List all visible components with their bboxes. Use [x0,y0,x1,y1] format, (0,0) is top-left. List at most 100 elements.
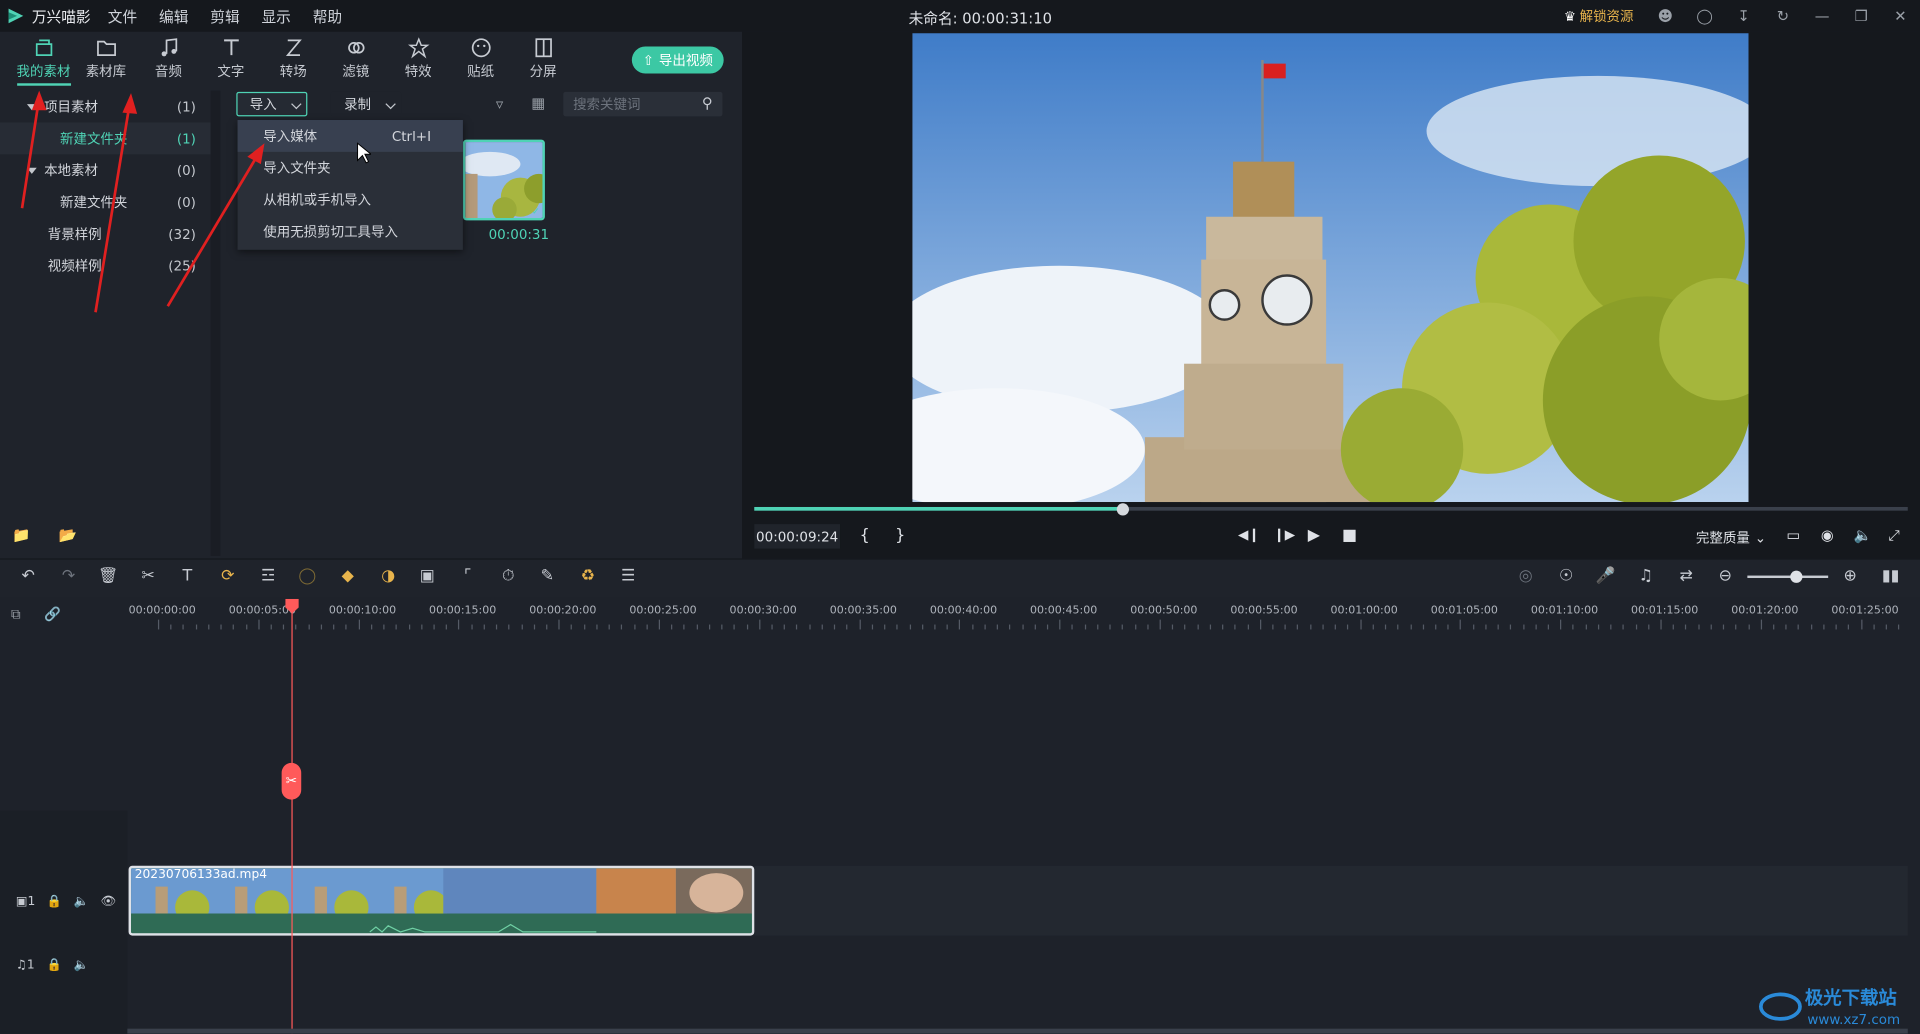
search-input[interactable]: 搜索关键词 ⚲ [563,91,723,117]
tree-item-video-samples[interactable]: 视频样例 (25) [0,250,211,282]
ai-icon[interactable]: ◯ [298,567,318,587]
adjust-sliders-icon[interactable]: ☰ [618,567,638,587]
microphone-icon[interactable]: 🎤 [1596,567,1616,587]
menu-help[interactable]: 帮助 [313,8,342,25]
tab-effects[interactable]: 特效 [387,32,449,81]
menu-file[interactable]: 文件 [108,8,137,25]
undo-icon[interactable]: ↶ [18,567,38,587]
tree-item-label: 项目素材 [44,99,98,116]
menu-edit[interactable]: 编辑 [159,8,188,25]
play-frame-icon[interactable]: ❙▶ [1273,527,1295,543]
tab-filter[interactable]: 滤镜 [324,32,386,81]
menu-clip[interactable]: 剪辑 [210,8,239,25]
tab-transition[interactable]: 转场 [262,32,324,81]
pen-icon[interactable]: ✎ [538,567,558,587]
download-icon[interactable]: ↧ [1724,7,1763,24]
crop-frame-icon[interactable]: ▣ [418,567,438,587]
link-icon[interactable]: 🔗 [44,606,61,622]
mute-icon[interactable]: 🔈 [73,895,88,908]
stop-icon[interactable]: ■ [1342,527,1357,545]
tree-item-new-folder-local[interactable]: 新建文件夹 (0) [0,186,211,218]
mark-in-button[interactable]: { [860,527,870,545]
tab-split-screen[interactable]: 分屏 [512,32,574,81]
menu-item-import-lossless[interactable]: 使用无损剪切工具导入 [238,216,463,248]
playhead-handle[interactable] [285,598,299,614]
trophy-icon[interactable]: ♻ [578,567,598,587]
playhead-line[interactable] [291,602,293,1034]
add-track-icon[interactable]: ⧉ [11,606,21,623]
speed-ramp-icon[interactable]: ⟳ [218,567,238,587]
ruler-label: 00:01:05:00 [1430,604,1498,618]
filter-funnel-icon[interactable]: ▿ [496,96,503,113]
render-icon[interactable]: ◎ [1516,567,1536,587]
mute-icon[interactable]: 🔈 [73,959,88,972]
snapshot-camera-icon[interactable]: ◉ [1821,527,1834,544]
unlock-resources-button[interactable]: ♛ 解锁资源 [1564,6,1634,26]
refresh-icon[interactable]: ↻ [1763,7,1802,24]
tree-item-project-media[interactable]: 项目素材 (1) [0,91,211,123]
media-thumbnail[interactable]: ✓ [462,139,545,221]
tree-item-background-samples[interactable]: 背景样例 (32) [0,218,211,250]
export-video-button[interactable]: ⇧ 导出视频 [631,46,724,74]
mark-out-button[interactable]: } [895,527,905,545]
import-dropdown[interactable]: 导入 [236,91,308,117]
zoom-out-icon[interactable]: ⊖ [1716,567,1736,587]
monitor-icon[interactable]: ▭ [1787,527,1801,544]
tab-media-library[interactable]: 素材库 [75,32,137,81]
search-icon[interactable]: ⚲ [702,94,713,111]
redo-icon[interactable]: ↷ [59,567,79,587]
zoom-slider-handle[interactable] [1790,570,1803,583]
tab-sticker[interactable]: 贴纸 [449,32,511,81]
menu-view[interactable]: 显示 [261,8,290,25]
account-icon[interactable]: ☻ [1646,7,1685,24]
zoom-in-icon[interactable]: ⊕ [1840,567,1860,587]
tab-audio[interactable]: 音频 [137,32,199,81]
media-duration: 00:00:31 [488,226,550,243]
delete-icon[interactable]: 🗑 [98,567,118,587]
speed-gauge-icon[interactable]: ⏱ [498,567,518,587]
fullscreen-icon[interactable]: ⤢ [1888,527,1900,545]
volume-icon[interactable]: 🔈 [1854,527,1872,544]
quality-dropdown[interactable]: 完整质量 ⌄ [1696,528,1766,548]
panel-toggle-icon[interactable]: ▮▮ [1881,567,1901,587]
tree-item-new-folder[interactable]: 新建文件夹 (1) [0,122,211,155]
ruler-tick [809,624,811,630]
text-edit-icon[interactable]: T [178,567,198,587]
audio-mix-icon[interactable]: ♫ [1636,567,1656,587]
new-folder-icon[interactable]: 📁 [12,527,30,544]
menu-item-import-from-device[interactable]: 从相机或手机导入 [238,184,463,216]
keyframe-icon[interactable]: ◆ [338,567,358,587]
menu-item-import-folder[interactable]: 导入文件夹 [238,152,463,184]
zoom-slider[interactable] [1747,575,1829,579]
crop-icon[interactable]: ⌜ [458,567,478,587]
ruler-tick [959,619,961,630]
record-dropdown[interactable]: 录制 [330,91,402,117]
grid-view-icon[interactable]: ▦ [531,94,545,111]
menu-item-import-media[interactable]: 导入媒体 Ctrl+I [237,120,463,152]
color-palette-icon[interactable]: ◑ [378,567,398,587]
lock-icon[interactable]: 🔒 [47,959,62,972]
play-icon[interactable]: ▶ [1308,527,1320,545]
cut-icon[interactable]: ✂ [138,567,158,587]
audio-split-icon[interactable]: ☲ [258,567,278,587]
shield-icon[interactable]: ☉ [1556,567,1576,587]
tab-my-media[interactable]: 我的素材 [12,32,74,86]
panel-divider[interactable] [210,90,221,556]
timeline-scrollbar[interactable] [127,1028,1908,1034]
menu-item-shortcut: Ctrl+I [391,127,432,144]
split-scissors-icon[interactable]: ✂ [281,762,302,800]
message-icon[interactable]: ◯ [1685,7,1724,24]
minimize-icon[interactable]: — [1802,7,1841,24]
video-preview[interactable] [912,33,1749,503]
restore-icon[interactable]: ❐ [1842,7,1881,24]
lock-icon[interactable]: 🔒 [47,895,62,908]
step-back-icon[interactable]: ◀❙ [1238,527,1260,543]
time-ruler[interactable]: 00:00:00:00 00:00:05:00 00:00:10:00 00:00:1… [127,600,1907,630]
tree-item-local-media[interactable]: 本地素材 (0) [0,154,211,186]
folder-add-icon[interactable]: 📂 [59,527,77,544]
video-track-empty[interactable] [754,865,1908,936]
fit-timeline-icon[interactable]: ⇄ [1676,567,1696,587]
tab-text[interactable]: 文字 [200,32,262,81]
close-icon[interactable]: ✕ [1881,7,1920,24]
eye-icon[interactable]: 👁 [100,895,116,908]
